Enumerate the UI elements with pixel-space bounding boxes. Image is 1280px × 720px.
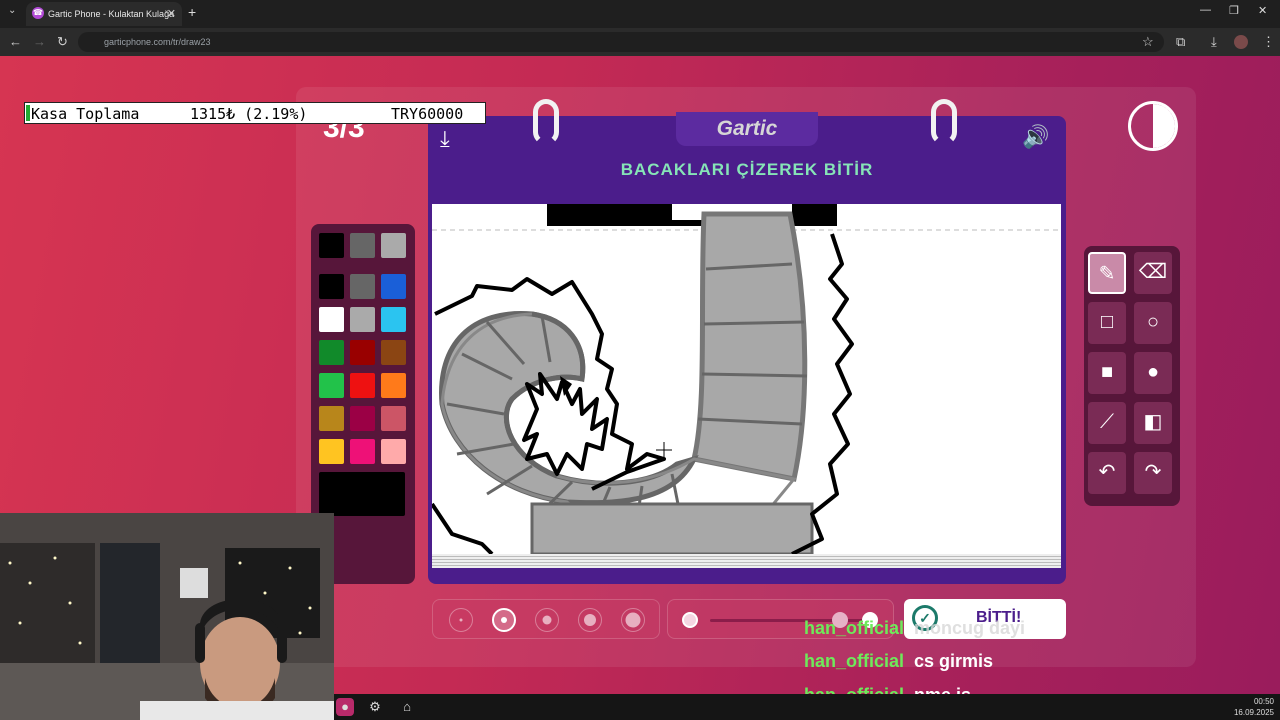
color-swatch[interactable] (319, 439, 344, 464)
color-swatch[interactable] (319, 340, 344, 365)
color-swatch[interactable] (319, 307, 344, 332)
back-icon[interactable]: ← (9, 34, 22, 49)
extensions-icon[interactable]: ⧉ (1176, 34, 1185, 50)
brush-size-1[interactable] (449, 608, 473, 632)
system-clock: 00:50 16.09.2025 (1234, 696, 1274, 718)
color-swatch[interactable] (350, 439, 375, 464)
streaming-app-icon[interactable]: ⌂ (398, 698, 416, 716)
drawing-canvas[interactable] (432, 204, 1061, 554)
clock-date: 16.09.2025 (1233, 708, 1274, 717)
ticker-label: Kasa Toplama (31, 105, 140, 123)
bookmark-star-icon[interactable]: ☆ (1142, 34, 1154, 50)
new-tab-icon[interactable]: + (188, 4, 196, 20)
download-drawing-icon[interactable]: ⤓ (440, 126, 450, 152)
color-swatch[interactable] (350, 340, 375, 365)
brush-size-4[interactable] (578, 608, 602, 632)
undo-icon[interactable]: ↶ (1088, 452, 1126, 494)
color-swatch[interactable] (350, 233, 375, 258)
tool-panel: ✎ ⌫ □ ○ ■ ● ⟋ ◧ ↶ ↷ (1084, 246, 1180, 506)
color-swatch[interactable] (381, 439, 406, 464)
profile-avatar[interactable] (1234, 35, 1248, 49)
chat-message: cs girmis (914, 651, 994, 671)
menu-icon[interactable]: ⋮ (1262, 34, 1275, 50)
color-swatch[interactable] (319, 274, 344, 299)
color-swatch[interactable] (381, 233, 406, 258)
taskbar: ● ⚙ ⌂ 00:50 16.09.2025 (334, 694, 1280, 720)
volume-icon[interactable]: 🔊 (1022, 124, 1049, 150)
notebook-ring-left (533, 99, 559, 145)
ticker-goal: TRY60000 (391, 105, 464, 123)
color-swatch[interactable] (381, 307, 406, 332)
download-icon[interactable]: ⤓ (1211, 34, 1217, 50)
clock-time: 00:50 (1253, 697, 1274, 706)
circle-filled-icon[interactable]: ● (1134, 352, 1172, 394)
donation-ticker: Kasa Toplama 1315₺ (2.19%) TRY60000 (24, 102, 486, 124)
gartic-favicon-icon: ☎ (32, 7, 44, 19)
color-swatch[interactable] (350, 307, 375, 332)
line-icon[interactable]: ⟋ (1088, 402, 1126, 444)
color-swatch[interactable] (381, 373, 406, 398)
browser-tab-bar: ⌄ ☎ Gartic Phone - Kulaktan Kulağa ✕ + —… (0, 0, 1280, 28)
color-swatch[interactable] (381, 274, 406, 299)
color-swatch[interactable] (319, 373, 344, 398)
color-swatch[interactable] (350, 274, 375, 299)
task-title: BACAKLARI ÇİZEREK BİTİR (620, 160, 874, 179)
gartic-logo: Gartic (676, 112, 818, 146)
chat-line: han_official moncug dayi (804, 618, 1025, 639)
square-outline-icon[interactable]: □ (1088, 302, 1126, 344)
chat-line: han_official cs girmis (804, 651, 993, 672)
browser-tab-title: Gartic Phone - Kulaktan Kulağa (48, 9, 175, 19)
browser-toolbar: ← → ↻ garticphone.com/tr/draw23 ☆ ⧉ ⤓ ⋮ (0, 28, 1280, 56)
notebook-pages (432, 554, 1061, 568)
color-swatch[interactable] (381, 406, 406, 431)
minimize-icon[interactable]: — (1200, 4, 1211, 16)
reload-icon[interactable]: ↻ (57, 34, 68, 50)
ticker-amount: 1315₺ (2.19%) (190, 105, 308, 123)
redo-icon[interactable]: ↷ (1134, 452, 1172, 494)
color-swatch[interactable] (381, 340, 406, 365)
current-color (319, 472, 405, 516)
opacity-min-icon (682, 612, 698, 628)
pencil-icon[interactable]: ✎ (1088, 252, 1126, 294)
fill-bucket-icon[interactable]: ◧ (1134, 402, 1172, 444)
notebook-header: Gartic ⤓ 🔊 BACAKLARI ÇİZEREK BİTİR (428, 112, 1066, 200)
restore-icon[interactable]: ❐ (1229, 4, 1239, 17)
settings-gear-icon[interactable]: ⚙ (366, 698, 384, 716)
color-swatch[interactable] (319, 233, 344, 258)
brush-size-bar (432, 599, 660, 639)
obs-icon[interactable]: ● (336, 698, 354, 716)
webcam-image (0, 513, 334, 720)
chat-username: han_official (804, 618, 905, 638)
color-swatch[interactable] (350, 406, 375, 431)
contrast-toggle-icon[interactable] (1128, 101, 1178, 151)
close-window-icon[interactable]: ✕ (1258, 4, 1267, 17)
color-swatch[interactable] (350, 373, 375, 398)
square-filled-icon[interactable]: ■ (1088, 352, 1126, 394)
brush-size-3[interactable] (535, 608, 559, 632)
close-tab-icon[interactable]: ✕ (167, 2, 176, 26)
ticker-marker (26, 105, 30, 121)
url-text: garticphone.com/tr/draw23 (104, 37, 211, 47)
color-swatch[interactable] (319, 406, 344, 431)
brush-size-2[interactable] (492, 608, 516, 632)
brush-size-5[interactable] (621, 608, 645, 632)
chat-message: moncug dayi (914, 618, 1026, 638)
notebook-ring-right (931, 99, 957, 145)
browser-tab[interactable]: ☎ Gartic Phone - Kulaktan Kulağa ✕ (26, 2, 182, 26)
forward-icon[interactable]: → (33, 34, 46, 49)
drawing (432, 204, 1061, 554)
eraser-icon[interactable]: ⌫ (1134, 252, 1172, 294)
webcam-overlay (0, 513, 334, 720)
circle-outline-icon[interactable]: ○ (1134, 302, 1172, 344)
address-bar[interactable]: garticphone.com/tr/draw23 (78, 32, 1164, 52)
tab-search-icon[interactable]: ⌄ (8, 5, 16, 16)
chat-username: han_official (804, 651, 905, 671)
